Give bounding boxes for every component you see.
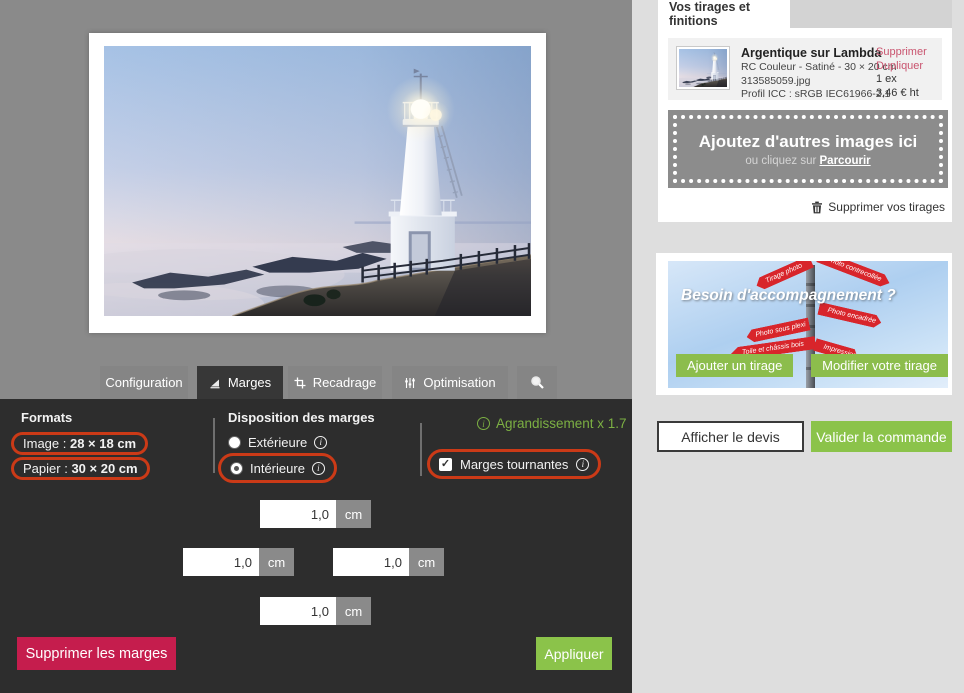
margin-input-top[interactable]	[260, 500, 336, 528]
margin-input-left-group: cm	[183, 548, 294, 576]
sliders-icon	[404, 377, 416, 389]
show-quote-button[interactable]: Afficher le devis	[657, 421, 804, 452]
enlargement-text: Agrandissement x 1.7	[496, 416, 627, 431]
dropzone-title: Ajoutez d'autres images ici	[699, 132, 918, 152]
paper-size-annotation: Papier : 30 × 20 cm	[11, 457, 150, 480]
editor-canvas: Configuration Marges Recadrage Optimisat…	[0, 0, 632, 693]
rotating-margins-checkbox[interactable]	[439, 458, 452, 471]
prints-panel-tab[interactable]: Vos tirages et finitions	[658, 0, 790, 28]
delete-all-prints[interactable]: Supprimer vos tirages	[811, 200, 945, 214]
disposition-heading: Disposition des marges	[228, 410, 375, 425]
print-item-price: 3,46 € ht	[876, 87, 934, 101]
radio-exterieure-label: Extérieure	[248, 435, 307, 450]
dropzone-subtitle: ou cliquez sur Parcourir	[745, 155, 870, 167]
delete-all-prints-label: Supprimer vos tirages	[828, 200, 945, 214]
tab-recadrage-label: Recadrage	[313, 375, 377, 390]
print-item-icc: Profil ICC : sRGB IEC61966-2.1	[741, 88, 876, 102]
tab-optimisation-label: Optimisation	[423, 375, 495, 390]
margin-unit-bottom: cm	[336, 597, 371, 625]
tab-configuration-label: Configuration	[105, 375, 182, 390]
interieure-annotation: Intérieure	[218, 453, 337, 483]
tab-marges-label: Marges	[228, 375, 271, 390]
editor-tabs: Configuration Marges Recadrage Optimisat…	[100, 366, 557, 399]
prints-panel: Argentique sur Lambda RC Couleur - Satin…	[658, 28, 952, 222]
browse-link[interactable]: Parcourir	[820, 155, 871, 167]
margin-input-top-group: cm	[260, 500, 371, 528]
margin-input-left[interactable]	[183, 548, 259, 576]
apply-button[interactable]: Appliquer	[536, 637, 612, 670]
print-preview-paper	[89, 33, 546, 333]
image-size-line: Image : 28 × 18 cm	[23, 436, 136, 451]
duplicate-print-link[interactable]: Dupliquer	[876, 60, 934, 74]
tab-optimisation[interactable]: Optimisation	[392, 366, 508, 399]
promo-sign: Photo contrecollée	[816, 261, 892, 289]
radio-interieure[interactable]: Intérieure	[230, 457, 325, 479]
promo-banner: Tirage photo Photo contrecollée Photo en…	[668, 261, 948, 388]
promo-card: Tirage photo Photo contrecollée Photo en…	[656, 253, 952, 395]
lighthouse-thumbnail	[679, 49, 727, 87]
delete-print-link[interactable]: Supprimer	[876, 46, 934, 60]
tab-recadrage[interactable]: Recadrage	[288, 366, 382, 399]
margins-icon	[209, 377, 221, 389]
search-icon	[530, 375, 545, 390]
print-item: Argentique sur Lambda RC Couleur - Satin…	[668, 38, 942, 100]
info-icon[interactable]	[576, 458, 589, 471]
margin-unit-right: cm	[409, 548, 444, 576]
modify-print-button[interactable]: Modifier votre tirage	[811, 354, 948, 377]
promo-title: Besoin d'accompagnement ?	[681, 287, 896, 305]
info-icon[interactable]	[477, 417, 490, 430]
trash-icon	[811, 201, 823, 214]
rotating-margins-row: Marges tournantes	[427, 449, 601, 479]
print-item-info: Argentique sur Lambda RC Couleur - Satin…	[741, 46, 876, 92]
divider	[420, 423, 422, 476]
formats-section: Formats Image : 28 × 18 cm Papier : 30 ×…	[21, 410, 150, 482]
margin-unit-top: cm	[336, 500, 371, 528]
remove-margins-button[interactable]: Supprimer les marges	[17, 637, 176, 670]
tab-marges[interactable]: Marges	[197, 366, 283, 399]
enlargement-note: Agrandissement x 1.7	[477, 416, 627, 431]
promo-sign: Photo encadrée	[817, 302, 882, 329]
info-icon[interactable]	[314, 436, 327, 449]
radio-interieure-label: Intérieure	[250, 461, 305, 476]
prints-panel-title: Vos tirages et finitions	[669, 0, 790, 28]
rotating-margins-label: Marges tournantes	[460, 457, 568, 472]
print-item-actions: Supprimer Dupliquer 1 ex 3,46 € ht	[876, 46, 934, 92]
print-item-filename: 313585059.jpg	[741, 75, 876, 89]
print-item-thumbnail	[676, 46, 730, 90]
validate-order-button[interactable]: Valider la commande	[811, 421, 952, 452]
print-preview-photo	[104, 46, 531, 316]
radio-icon-exterieure[interactable]	[228, 436, 241, 449]
paper-size-line: Papier : 30 × 20 cm	[23, 461, 138, 476]
radio-icon-interieure[interactable]	[230, 462, 243, 475]
rotating-margins-annotation: Marges tournantes	[427, 449, 601, 479]
formats-heading: Formats	[21, 410, 150, 425]
lighthouse-photo	[104, 46, 531, 316]
info-icon[interactable]	[312, 462, 325, 475]
margin-input-bottom-group: cm	[260, 597, 371, 625]
add-images-dropzone[interactable]: Ajoutez d'autres images ici ou cliquez s…	[668, 110, 948, 188]
margin-unit-left: cm	[259, 548, 294, 576]
divider	[213, 418, 215, 473]
image-size-annotation: Image : 28 × 18 cm	[11, 432, 148, 455]
margin-input-bottom[interactable]	[260, 597, 336, 625]
print-item-subtitle: RC Couleur - Satiné - 30 × 20 cm	[741, 61, 876, 75]
print-item-quantity: 1 ex	[876, 73, 934, 87]
tab-configuration[interactable]: Configuration	[100, 366, 188, 399]
rotating-margins-option[interactable]: Marges tournantes	[439, 453, 589, 475]
radio-exterieure[interactable]: Extérieure	[228, 431, 375, 453]
margins-panel: Formats Image : 28 × 18 cm Papier : 30 ×…	[0, 399, 632, 693]
tab-zoom[interactable]	[517, 366, 557, 399]
margin-input-right[interactable]	[333, 548, 409, 576]
print-item-title: Argentique sur Lambda	[741, 46, 876, 60]
add-print-button[interactable]: Ajouter un tirage	[676, 354, 793, 377]
margin-disposition-section: Disposition des marges Extérieure Intéri…	[228, 410, 375, 483]
margin-input-right-group: cm	[333, 548, 444, 576]
crop-icon	[294, 377, 306, 389]
prints-tab-filler	[790, 0, 952, 28]
